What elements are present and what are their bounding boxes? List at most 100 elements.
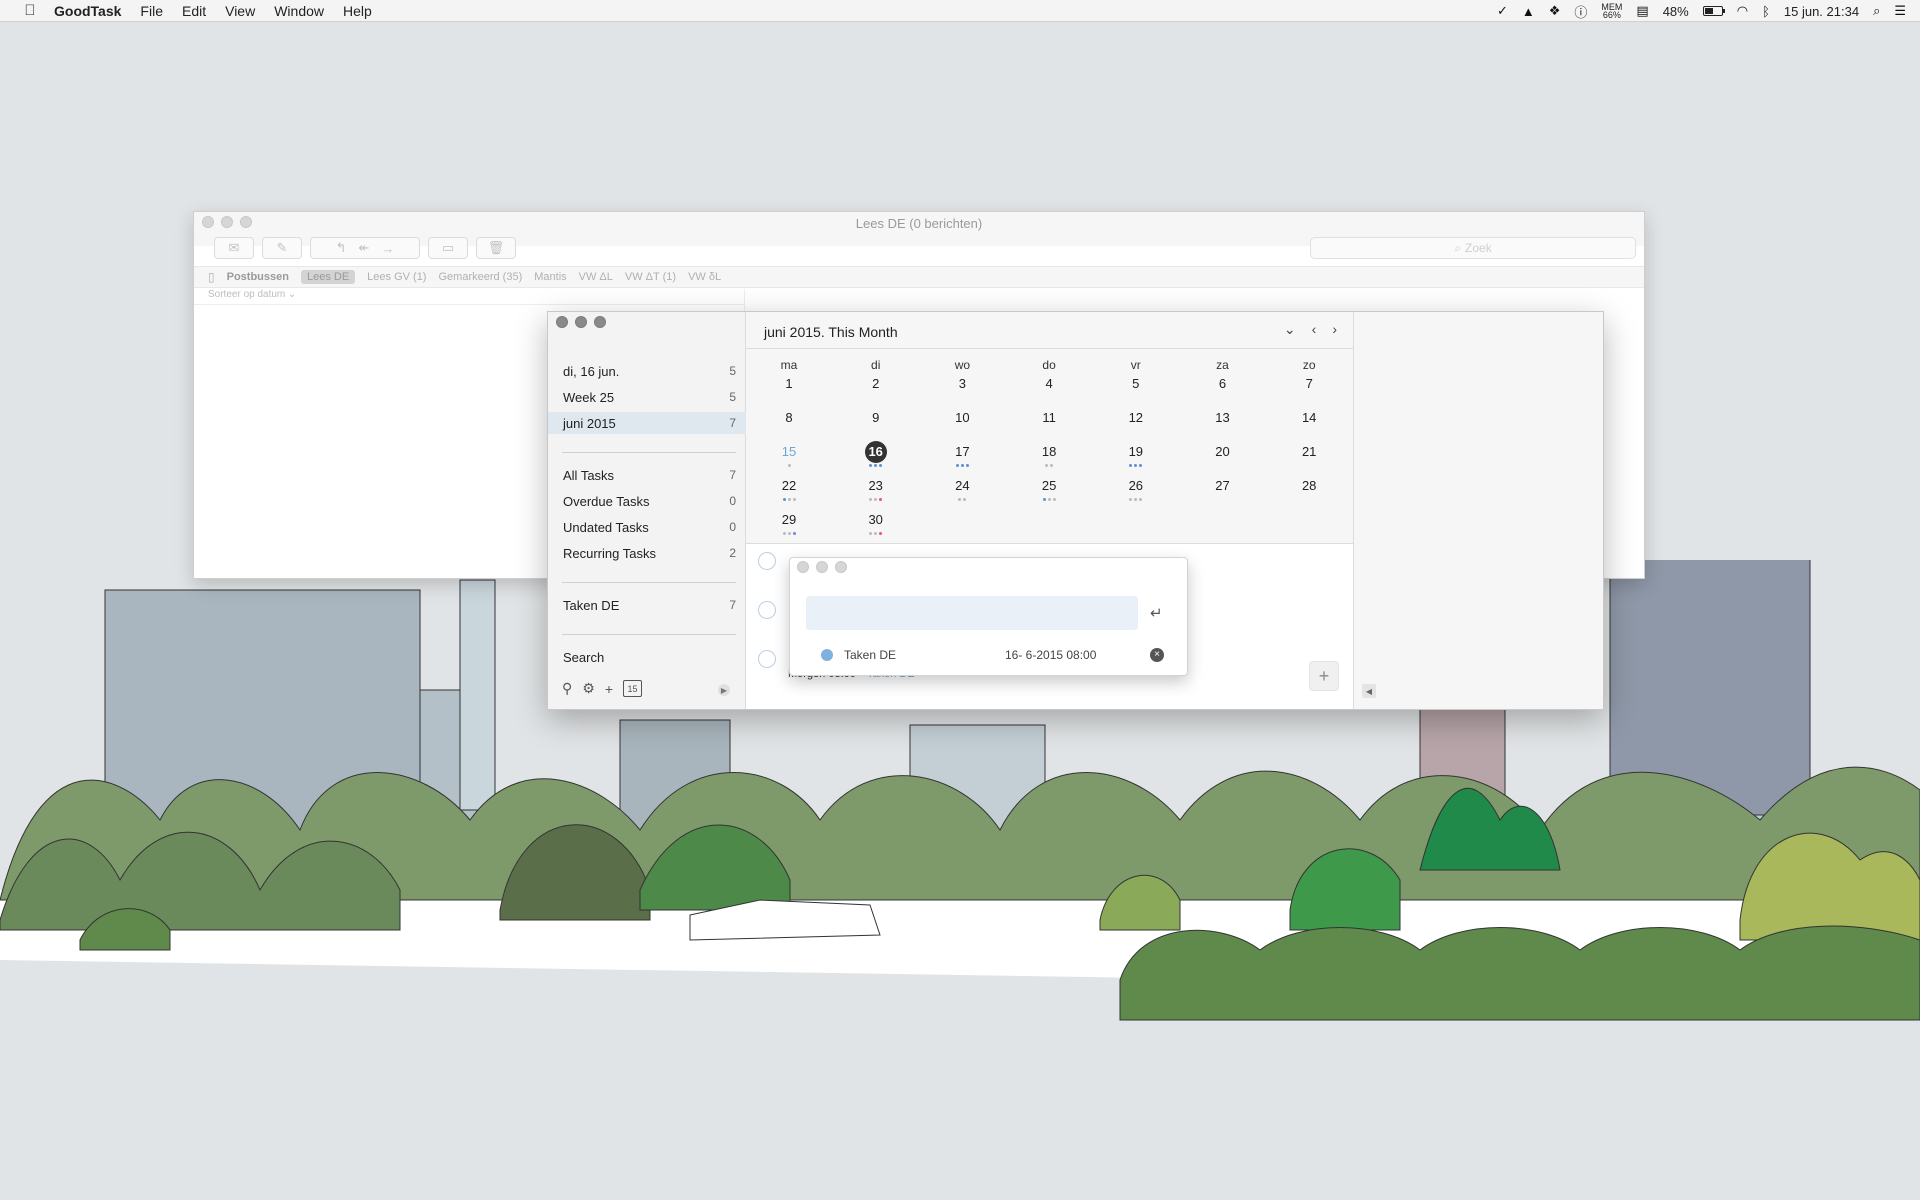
drive-icon[interactable]: ▲ [1522,4,1535,19]
quick-entry-minimize-button[interactable] [816,561,828,573]
dropbox-icon[interactable]: ❖ [1549,3,1561,19]
calendar-day[interactable]: 25 [1006,475,1092,501]
quick-entry-input[interactable] [806,596,1138,630]
calendar-day[interactable]: 17 [919,441,1005,467]
reply-icon[interactable]: ↰ [336,240,347,256]
wifi-icon[interactable]: ◠ [1737,3,1748,19]
calendar-day[interactable]: 19 [1093,441,1179,467]
quick-entry-date[interactable]: 16- 6-2015 08:00 [1005,648,1096,662]
reply-all-icon[interactable]: ↞ [359,240,370,256]
calendar-day[interactable]: 7 [1266,373,1352,399]
calendar-day[interactable]: 3 [919,373,1005,399]
calendar-day[interactable]: 8 [746,407,832,433]
favorite-mantis[interactable]: Mantis [534,271,566,283]
sidebar-item-taken-de[interactable]: Taken DE 7 [548,594,746,616]
menu-view[interactable]: View [225,3,255,19]
quick-entry-list[interactable]: Taken DE [844,648,896,662]
chevron-right-icon[interactable]: › [1332,321,1337,338]
menu-edit[interactable]: Edit [182,3,206,19]
play-icon[interactable]: ▶ [718,684,730,696]
calendar-day[interactable]: 16 [833,441,919,467]
notification-center-icon[interactable]: ☰ [1894,3,1906,19]
favorite-lees-gv[interactable]: Lees GV (1) [367,271,426,283]
quick-entry-zoom-button[interactable] [835,561,847,573]
add-list-icon[interactable]: + [605,681,613,697]
calendar-day[interactable]: 22 [746,475,832,501]
mail-search-field[interactable]: ⌕ Zoek [1310,237,1636,259]
spotlight-search-icon[interactable]: ⌕ [1873,3,1880,19]
chevron-down-icon[interactable]: ⌄ [1284,321,1296,338]
apple-menu-icon[interactable]:  [20,2,40,19]
task-checkbox[interactable] [758,552,776,570]
calendar-day[interactable]: 21 [1266,441,1352,467]
calendar-day[interactable]: 28 [1266,475,1352,501]
sidebar-item-overdue[interactable]: Overdue Tasks 0 [548,490,746,512]
menu-file[interactable]: File [140,3,163,19]
goodtask-zoom-button[interactable] [594,316,606,328]
calendar-day[interactable]: 26 [1093,475,1179,501]
calendar-day[interactable]: 23 [833,475,919,501]
sidebar-item-search[interactable]: Search [548,646,746,668]
calendar-day[interactable]: 4 [1006,373,1092,399]
quick-entry-close-button[interactable] [797,561,809,573]
get-mail-button[interactable]: ✉ [214,237,254,259]
sidebar-item-all-tasks[interactable]: All Tasks 7 [548,464,746,486]
task-checkbox[interactable] [758,601,776,619]
memory-indicator[interactable]: MEM 66% [1601,3,1622,20]
calendar-day[interactable]: 13 [1180,407,1266,433]
battery-icon[interactable] [1702,6,1725,16]
goodtask-close-button[interactable] [556,316,568,328]
sidebar-item-recurring[interactable]: Recurring Tasks 2 [548,542,746,564]
menu-help[interactable]: Help [343,3,372,19]
chevron-left-icon[interactable]: ‹ [1312,321,1317,338]
clock[interactable]: 15 jun. 21:34 [1784,4,1859,19]
enter-icon[interactable]: ↵ [1150,604,1163,622]
calendar-day[interactable]: 15 [746,441,832,467]
pin-icon[interactable]: ⚲ [562,680,572,697]
toggle-detail-icon[interactable]: ◀ [1362,684,1376,698]
menu-window[interactable]: Window [274,3,324,19]
menu-app[interactable]: GoodTask [54,3,121,19]
favorite-flagged[interactable]: Gemarkeerd (35) [438,271,522,283]
forward-icon[interactable]: → [381,241,394,256]
calendar-day[interactable]: 20 [1180,441,1266,467]
calendar-day[interactable]: 1 [746,373,832,399]
gear-icon[interactable]: ⚙ [582,680,595,697]
calendar-day[interactable]: 10 [919,407,1005,433]
favorite-mailboxes[interactable]: Postbussen [227,271,289,283]
calendar-day[interactable]: 5 [1093,373,1179,399]
calendar-day[interactable]: 24 [919,475,1005,501]
calendar-day-number: 5 [1132,376,1140,391]
calendar-day[interactable]: 30 [833,509,919,535]
favorite-vw-delta-l[interactable]: VW ΔL [579,271,613,283]
calendar-icon[interactable]: 15 [623,680,643,697]
compose-button[interactable]: ✎ [262,237,302,259]
sidebar-item-today[interactable]: di, 16 jun. 5 [548,360,746,382]
clear-date-icon[interactable]: × [1150,648,1164,662]
monitor-icon[interactable]: ▤ [1636,3,1648,19]
calendar-day[interactable]: 2 [833,373,919,399]
favorite-vw-small-delta-l[interactable]: VW δL [688,271,721,283]
goodtask-minimize-button[interactable] [575,316,587,328]
sidebar-item-month[interactable]: juni 2015 7 [548,412,746,434]
delete-button[interactable]: 🗑 [476,237,516,259]
favorite-lees-de[interactable]: Lees DE [300,270,356,284]
calendar-day[interactable]: 9 [833,407,919,433]
password-icon[interactable]: ⓘ [1574,2,1587,21]
sidebar-item-undated[interactable]: Undated Tasks 0 [548,516,746,538]
bluetooth-icon[interactable]: ᛒ [1762,4,1770,19]
calendar-day[interactable]: 14 [1266,407,1352,433]
task-checkbox[interactable] [758,650,776,668]
calendar-day[interactable]: 18 [1006,441,1092,467]
calendar-day[interactable]: 29 [746,509,832,535]
archive-button[interactable]: ▭ [428,237,468,259]
add-task-button[interactable]: + [1309,661,1339,691]
checkmark-icon[interactable]: ✓ [1497,3,1508,19]
sort-control[interactable]: Sorteer op datum ⌄ [194,289,745,305]
favorite-vw-delta-t[interactable]: VW ΔT (1) [625,271,676,283]
calendar-day[interactable]: 27 [1180,475,1266,501]
calendar-day[interactable]: 11 [1006,407,1092,433]
calendar-day[interactable]: 6 [1180,373,1266,399]
sidebar-item-week[interactable]: Week 25 5 [548,386,746,408]
calendar-day[interactable]: 12 [1093,407,1179,433]
